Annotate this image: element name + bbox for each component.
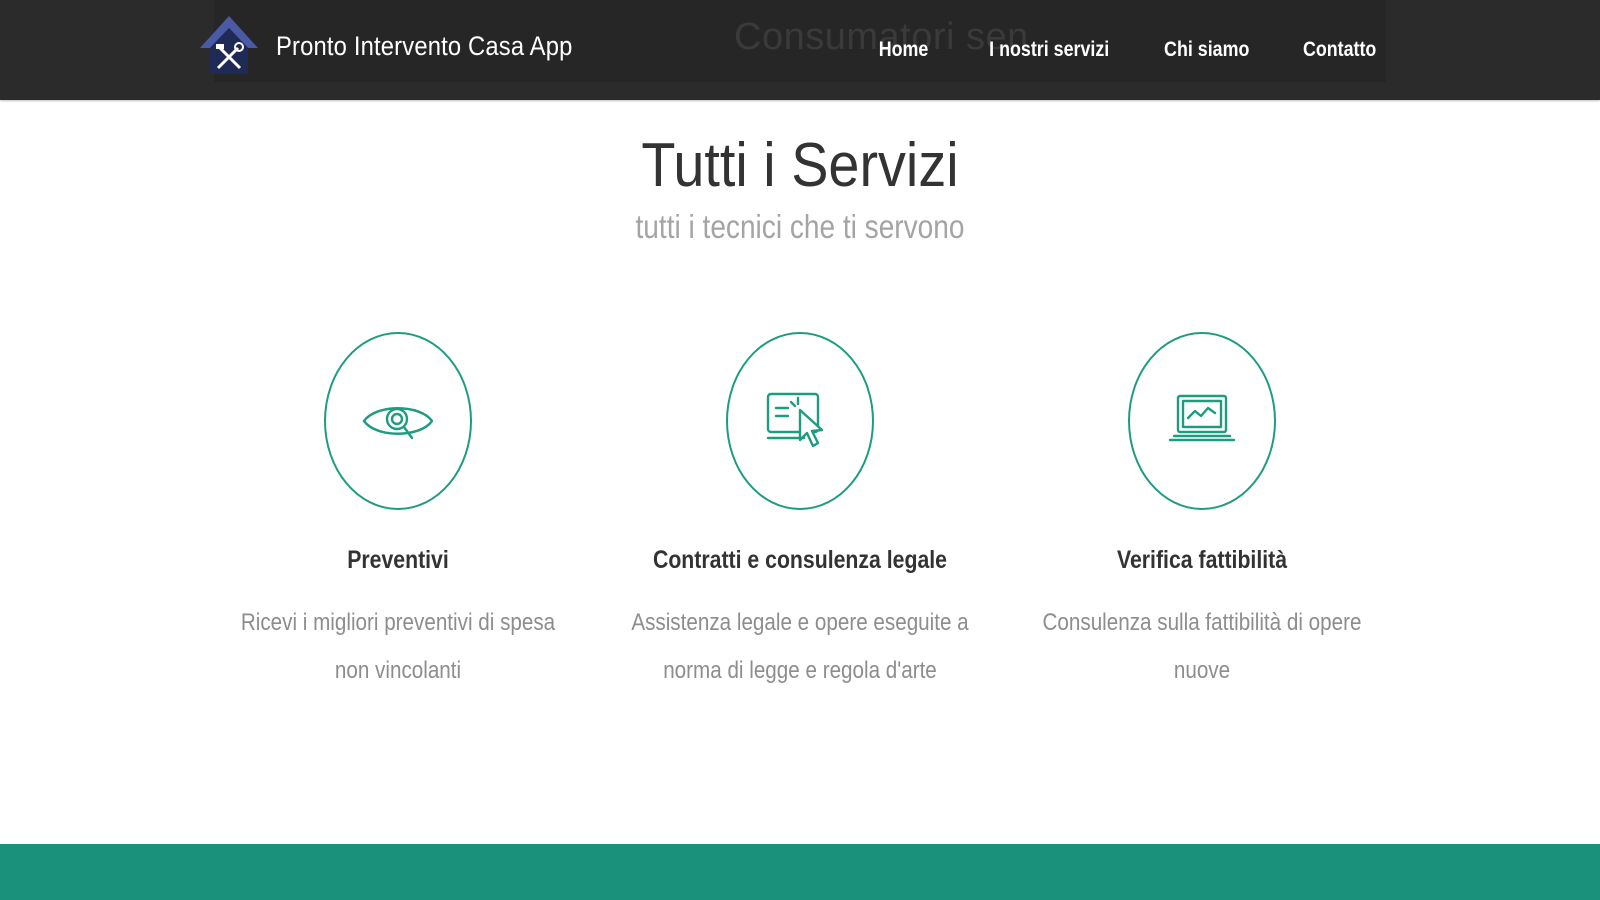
section-title: Tutti i Servizi (641, 131, 959, 200)
navbar: Consumatori sen Pronto Intervento Casa A… (0, 0, 1600, 100)
footer-band (0, 844, 1600, 900)
laptop-chart-icon (1168, 394, 1236, 442)
service-card-contratti: Contratti e consulenza legale Assistenza… (600, 332, 1000, 695)
service-description: Assistenza legale e opere eseguite a nor… (631, 609, 969, 684)
house-tools-icon (200, 16, 258, 74)
nav-link-home[interactable]: Home (879, 38, 929, 62)
service-icon-circle[interactable] (324, 332, 472, 510)
service-card-preventivi: Preventivi Ricevi i migliori preventivi … (198, 332, 598, 695)
service-description: Consulenza sulla fattibilità di opere nu… (1042, 609, 1362, 684)
service-card-verifica: Verifica fattibilità Consulenza sulla fa… (1002, 332, 1402, 695)
screen-cursor-icon (766, 392, 824, 448)
section-subtitle: tutti i tecnici che ti servono (635, 208, 965, 245)
nav-link-about[interactable]: Chi siamo (1164, 38, 1249, 62)
nav-link-services[interactable]: I nostri servizi (989, 38, 1109, 62)
services-section: Tutti i Servizi tutti i tecnici che ti s… (0, 100, 1600, 845)
brand-link[interactable]: Pronto Intervento Casa App (198, 14, 613, 78)
service-title: Contratti e consulenza legale (652, 546, 948, 574)
service-description: Ricevi i migliori preventivi di spesa no… (240, 609, 556, 684)
service-icon-circle[interactable] (726, 332, 874, 510)
brand-name: Pronto Intervento Casa App (276, 30, 573, 61)
service-title: Preventivi (347, 546, 449, 574)
service-title: Verifica fattibilità (1116, 546, 1288, 574)
service-icon-circle[interactable] (1128, 332, 1276, 510)
eye-search-icon (362, 407, 434, 440)
nav-link-contact[interactable]: Contatto (1303, 38, 1376, 62)
main-nav: Home I nostri servizi Chi siamo Contatto (830, 0, 1376, 100)
